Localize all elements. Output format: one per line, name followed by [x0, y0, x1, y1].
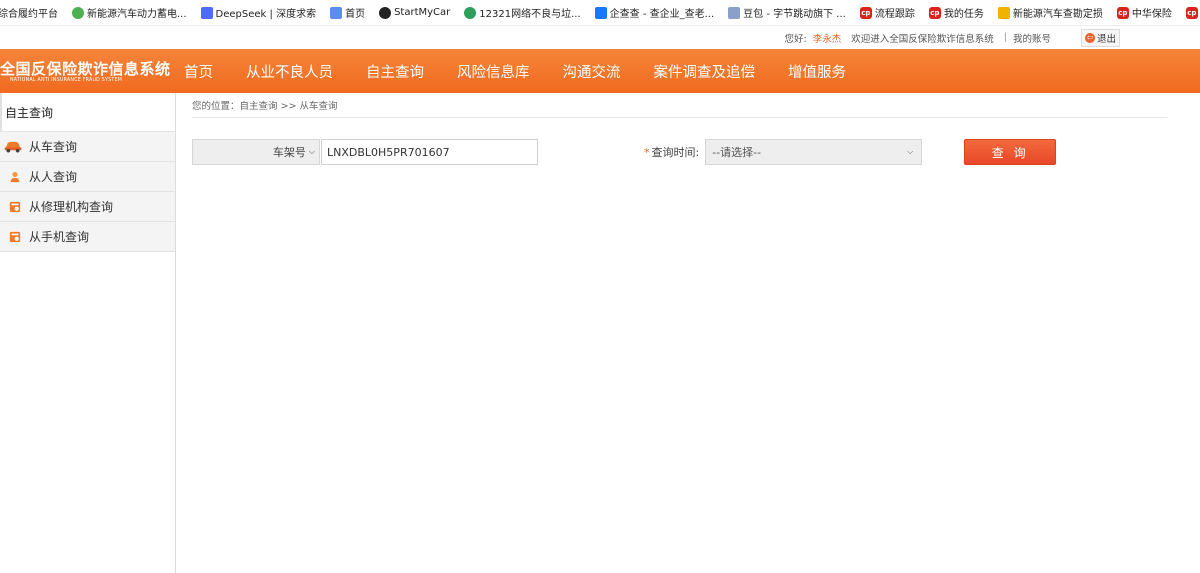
- bookmark-label: DeepSeek | 深度求索: [215, 9, 317, 20]
- bookmark-label: 中华保险: [1131, 9, 1172, 20]
- bookmark-item[interactable]: cp流: [1185, 5, 1200, 20]
- cpic-icon: cp: [928, 6, 941, 19]
- nav-home[interactable]: 首页: [184, 61, 213, 82]
- bookmark-label: 新能源汽车动力蓄电...: [87, 9, 187, 20]
- bookmark-label: 豆包 - 字节跳动旗下 ...: [743, 9, 846, 20]
- bookmark-item[interactable]: DeepSeek | 深度求索: [200, 5, 317, 20]
- sidebar-item-label: 从人查询: [29, 170, 78, 184]
- bookmark-item[interactable]: cp 我的任务: [928, 5, 984, 20]
- logo-subtitle: NATIONAL ANTI INSURANCE FRAUD SYSTEM: [10, 77, 123, 83]
- cpic-icon: cp: [1185, 6, 1198, 19]
- bookmark-item[interactable]: 新能源汽车查勘定损: [997, 5, 1103, 20]
- nav-value-added-services[interactable]: 增值服务: [788, 61, 846, 82]
- bookmark-item[interactable]: 企查查 - 查企业_查老...: [594, 5, 715, 20]
- chevron-down-icon: ⌵: [907, 147, 914, 156]
- divider: |: [1003, 32, 1007, 43]
- bookmark-label: 流程跟踪: [874, 9, 915, 20]
- greeting-text: 您好:: [784, 33, 807, 45]
- car-icon: [4, 141, 22, 153]
- nav-bad-practitioners[interactable]: 从业不良人员: [246, 61, 333, 82]
- bookmark-item[interactable]: 豆包 - 字节跳动旗下 ...: [728, 5, 846, 20]
- main-header: 全国反保险欺诈信息系统 NATIONAL ANTI INSURANCE FRAU…: [0, 49, 1200, 93]
- logout-label: 退出: [1096, 33, 1116, 45]
- required-marker: *: [644, 146, 650, 159]
- startmycar-icon: [379, 6, 392, 19]
- ev-icon: [997, 6, 1010, 19]
- sidebar-item-label: 从修理机构查询: [29, 200, 114, 214]
- system-logo[interactable]: 全国反保险欺诈信息系统 NATIONAL ANTI INSURANCE FRAU…: [0, 60, 174, 83]
- leaf-icon: [72, 6, 84, 19]
- username: 李永杰: [812, 33, 842, 45]
- bookmark-label: 12321网络不良与垃...: [479, 9, 581, 20]
- bookmark-item[interactable]: cp 中华保险: [1116, 5, 1172, 20]
- person-icon: [10, 171, 20, 182]
- query-time-value: --请选择--: [712, 146, 762, 159]
- bookmark-item[interactable]: 首页: [330, 5, 365, 20]
- main-nav: 首页 从业不良人员 自主查询 风险信息库 沟通交流 案件调查及追偿 增值服务: [184, 61, 879, 82]
- my-account-link[interactable]: 我的账号: [1013, 31, 1051, 45]
- qcc-icon: [594, 6, 607, 19]
- phone-query-icon: [9, 231, 21, 242]
- deepseek-icon: [200, 6, 213, 19]
- sidebar-title: 自主查询: [0, 93, 175, 132]
- logo-title: 全国反保险欺诈信息系统: [0, 59, 171, 78]
- cpic-icon: cp: [859, 6, 872, 19]
- nav-case-investigation[interactable]: 案件调查及追偿: [654, 61, 756, 82]
- breadcrumb: 您的位置：自主查询 >> 从车查询: [192, 93, 1167, 118]
- bookmark-label: 我的任务: [943, 9, 984, 20]
- bookmark-label: 新能源汽车查勘定损: [1012, 9, 1103, 20]
- bookmark-item[interactable]: 综合履约平台: [0, 5, 58, 20]
- query-time-text: 查询时间:: [651, 146, 700, 159]
- bookmark-label: 企查查 - 查企业_查老...: [609, 9, 715, 20]
- cpic-icon: cp: [1116, 6, 1129, 19]
- vin-input[interactable]: [321, 139, 538, 165]
- logout-icon: ⇦: [1084, 32, 1095, 43]
- bookmarks-bar: 综合履约平台 新能源汽车动力蓄电... DeepSeek | 深度求索 首页 Start…: [0, 0, 1200, 26]
- bookmark-item[interactable]: cp 流程跟踪: [859, 5, 915, 20]
- query-form: 车架号 ⌵ *查询时间: --请选择-- ⌵ 查 询: [192, 139, 1167, 165]
- bookmark-item[interactable]: StartMyCar: [379, 6, 451, 19]
- sidebar-item-phone-query[interactable]: 从手机查询: [0, 222, 175, 252]
- report-icon: [464, 6, 477, 19]
- bookmark-label: 首页: [345, 9, 366, 20]
- user-bar: 您好: 李永杰 欢迎进入全国反保险欺诈信息系统 | 我的账号 ⇦ 退出: [0, 26, 1200, 49]
- nav-self-query[interactable]: 自主查询: [366, 61, 424, 82]
- bookmark-label: StartMyCar: [394, 7, 451, 18]
- sidebar-item-label: 从车查询: [29, 140, 78, 154]
- query-type-select[interactable]: 车架号 ⌵: [192, 139, 320, 165]
- sidebar-item-label: 从手机查询: [29, 230, 90, 244]
- welcome-text: 欢迎进入全国反保险欺诈信息系统: [851, 33, 994, 45]
- doubao-icon: [728, 6, 741, 19]
- logout-button[interactable]: ⇦ 退出: [1080, 28, 1120, 47]
- bookmark-label: 综合履约平台: [0, 9, 58, 20]
- query-time-label: * 查询时间:: [644, 144, 699, 160]
- bookmark-item[interactable]: 新能源汽车动力蓄电...: [72, 5, 187, 20]
- query-time-select[interactable]: --请选择-- ⌵: [705, 139, 923, 165]
- bookmark-item[interactable]: 12321网络不良与垃...: [464, 5, 581, 20]
- page-icon: [330, 6, 343, 19]
- sidebar: 自主查询 从车查询 从人查询 从修理机构查询 从手机查询: [0, 93, 176, 573]
- query-button[interactable]: 查 询: [964, 139, 1057, 165]
- query-type-value: 车架号: [272, 146, 306, 159]
- nav-risk-database[interactable]: 风险信息库: [457, 61, 530, 82]
- sidebar-item-vehicle-query[interactable]: 从车查询: [0, 132, 175, 162]
- sidebar-item-repair-shop-query[interactable]: 从修理机构查询: [0, 192, 175, 222]
- main-panel: 您的位置：自主查询 >> 从车查询 车架号 ⌵ *查询时间: --请选择-- ⌵…: [176, 93, 1200, 573]
- chevron-down-icon: ⌵: [308, 147, 315, 156]
- nav-communication[interactable]: 沟通交流: [563, 61, 621, 82]
- sidebar-item-person-query[interactable]: 从人查询: [0, 162, 175, 192]
- repair-shop-icon: [9, 201, 21, 212]
